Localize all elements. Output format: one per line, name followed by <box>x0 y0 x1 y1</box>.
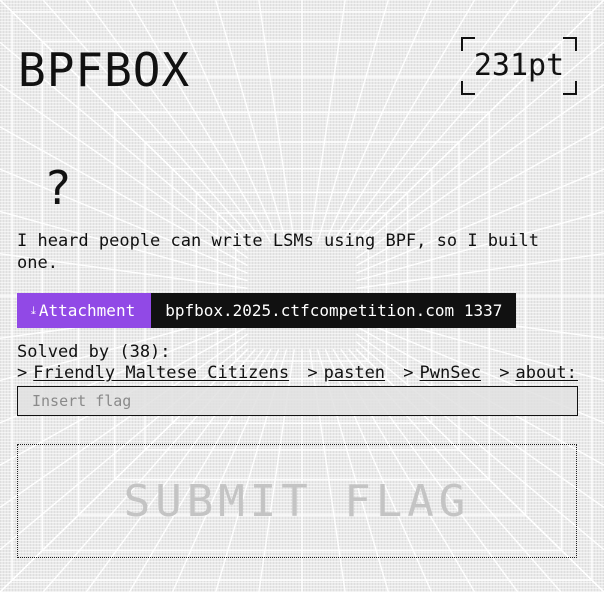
challenge-description: I heard people can write LSMs using BPF,… <box>17 231 539 273</box>
solver-separator: > <box>403 363 414 383</box>
badge-corner <box>461 81 475 95</box>
solved-by-label: Solved by (38): <box>17 342 171 362</box>
category-icon: ? <box>44 161 72 215</box>
solver-separator: > <box>499 363 510 383</box>
points-value: 231pt <box>473 48 565 83</box>
solver-separator: > <box>17 363 28 383</box>
download-icon: ⤓ <box>31 304 36 317</box>
attachment-row: ⤓ Attachment bpfbox.2025.ctfcompetition.… <box>17 293 517 328</box>
solver-link[interactable]: about:b <box>515 363 578 383</box>
challenge-card: BPFBOX 231pt ? I heard people can write … <box>0 0 604 592</box>
flag-input[interactable] <box>17 386 578 416</box>
points-badge: 231pt <box>461 37 577 95</box>
badge-corner <box>461 37 475 51</box>
submit-flag-button[interactable]: SUBMIT FLAG <box>17 444 577 558</box>
badge-corner <box>563 37 577 51</box>
solver-link[interactable]: pasten <box>324 363 385 383</box>
attachment-button[interactable]: ⤓ Attachment <box>17 293 152 328</box>
solver-link[interactable]: PwnSec <box>420 363 481 383</box>
badge-corner <box>563 81 577 95</box>
server-address: bpfbox.2025.ctfcompetition.com 1337 <box>151 293 517 328</box>
attachment-label: Attachment <box>38 301 136 320</box>
solver-link[interactable]: Friendly Maltese Citizens <box>33 363 289 383</box>
solver-separator: > <box>307 363 318 383</box>
solvers-list: > Friendly Maltese Citizens > pasten > PwnS… <box>17 362 578 384</box>
challenge-title: BPFBOX <box>18 43 191 97</box>
